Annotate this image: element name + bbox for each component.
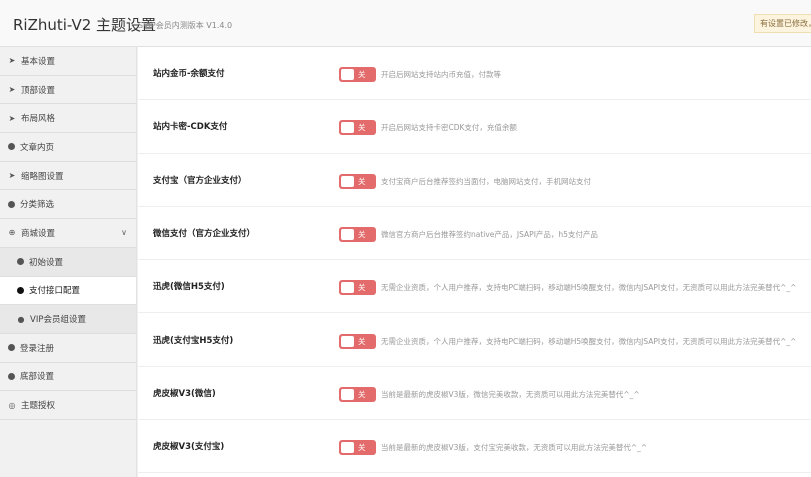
rocket-icon: ➤ [8,171,16,181]
setting-row: 微信支付（官方企业支付） 关 微信官方商户后台推荐签约native产品，JSAPI产… [138,207,811,261]
settings-sidebar: ➤ 基本设置 ➤ 顶部设置 ➤ 布局风格文章内页 ➤ 缩略图设置分类筛选 ⊕ 商城设置 ∨ 初始设置支… [0,47,137,477]
eye-slash-icon: ◎ [8,400,16,410]
sidebar-item-8[interactable]: 支付接口配置 [0,276,136,306]
setting-toggle[interactable]: 关 [339,280,376,296]
toggle-knob [341,282,354,294]
setting-row: 虎皮椒V3(支付宝) 关 当前是最新的虎皮椒V3版，支付宝完美收款，无资质可以用此方… [138,420,811,474]
toggle-state-label: 关 [358,443,366,453]
setting-label: 微信支付（官方企业支付） [153,228,256,239]
sidebar-item-label: 分类筛选 [20,200,55,211]
sidebar-item-label: 主题授权 [21,401,56,412]
setting-toggle[interactable]: 关 [339,333,376,349]
sidebar-item-9[interactable]: ● VIP会员组设置 [0,305,136,334]
setting-description: 当前是最新的虎皮椒V3版，微信完美收款，无资质可以用此方法完美替代^_^ [381,389,640,399]
toggle-state-label: 关 [358,176,366,186]
setting-description: 微信官方商户后台推荐签约native产品，JSAPI产品，h5支付产品 [381,229,598,239]
setting-toggle[interactable]: 关 [339,67,376,82]
dot-icon [8,143,15,151]
setting-row: 站内卡密-CDK支付 关 开启后网站支持卡密CDK支付，充值余额 [138,100,811,154]
toggle-state-label: 关 [358,229,366,239]
sidebar-item-label: 缩略图设置 [21,171,64,182]
toggle-knob [341,175,354,187]
rocket-icon: ➤ [8,56,16,66]
sidebar-item-label: 底部设置 [20,372,55,383]
sidebar-item-label: 布局风格 [21,114,56,125]
user-icon: ● [17,314,25,324]
sidebar-item-11[interactable]: 底部设置 [0,363,136,392]
sidebar-item-10[interactable]: 登录注册 [0,334,136,363]
setting-label: 迅虎(微信H5支付) [153,282,225,293]
toggle-state-label: 关 [358,70,366,79]
setting-row: 虎皮椒V3(微信) 关 当前是最新的虎皮椒V3版，微信完美收款，无资质可以用此方法完… [138,367,811,421]
toggle-knob [341,122,354,134]
setting-row: 迅虎(支付宝H5支付) 关 无需企业资质，个人用户推荐，支持电PC端扫码，移动端H5… [138,314,811,367]
dot-icon [8,372,15,380]
dot-icon [8,344,15,352]
setting-toggle[interactable]: 关 [339,120,376,136]
rocket-icon: ➤ [8,85,16,95]
setting-row: 站内金币-余额支付 关 开启后网站支持站内币充值，付款等 [138,47,811,101]
chevron-down-icon: ∨ [121,228,127,238]
settings-content: 站内金币-余额支付关开启后网站支持站内币充值，付款等 站内卡密-CDK支付关开启后… [138,47,811,477]
setting-toggle[interactable]: 关 [339,386,376,402]
page-title: RiZhuti-V2 主题设置 [13,16,157,34]
setting-toggle[interactable]: 关 [339,226,376,242]
setting-description: 支付宝商户后台推荐签约当面付，电脑网站支付，手机网站支付 [381,176,591,186]
setting-row: 迅虎(微信H5支付) 关 无需企业资质，个人用户推荐，支持电PC端扫码，移动端H5唤… [138,260,811,314]
toggle-knob [341,228,354,240]
setting-description: 开启后网站支持站内币充值，付款等 [381,70,501,79]
sidebar-item-4[interactable]: ➤ 缩略图设置 [0,162,136,191]
toggle-knob [341,388,354,400]
sidebar-item-label: 商城设置 [21,228,56,239]
setting-label: 迅虎(支付宝H5支付) [153,335,234,346]
sidebar-item-label: 支付接口配置 [29,286,81,297]
setting-label: 虎皮椒V3(支付宝) [153,442,225,453]
plus-circle-icon: ⊕ [8,228,16,238]
toggle-state-label: 关 [358,389,366,399]
sidebar-item-7[interactable]: 初始设置 [0,247,136,277]
sidebar-item-3[interactable]: 文章内页 [0,133,136,162]
toggle-state-label: 关 [358,336,366,346]
setting-label: 支付宝（官方企业支付） [153,175,247,186]
toggle-knob [341,442,354,454]
sidebar-item-label: VIP会员组设置 [30,315,86,326]
setting-label: 站内卡密-CDK支付 [153,122,228,133]
settings-header: RiZhuti-V2 主题设置 SVIP会员内测版本 V1.4.0 有设置已修改… [0,0,811,47]
sidebar-item-label: 基本设置 [21,56,56,67]
setting-label: 站内金币-余额支付 [153,69,225,79]
setting-row: 支付宝（官方企业支付） 关 支付宝商户后台推荐签约当面付，电脑网站支付，手机网站支付 [138,154,811,207]
toggle-state-label: 关 [358,283,366,293]
sidebar-item-label: 登录注册 [20,343,55,354]
version-label: SVIP会员内测版本 V1.4.0 [138,21,233,30]
setting-toggle[interactable]: 关 [339,173,376,189]
sidebar-item-5[interactable]: 分类筛选 [0,190,136,220]
setting-description: 开启后网站支持卡密CDK支付，充值余额 [381,123,517,133]
sidebar-item-6[interactable]: ⊕ 商城设置 ∨ [0,219,136,248]
rocket-icon: ➤ [8,113,16,123]
sidebar-item-label: 顶部设置 [21,85,56,96]
setting-label: 虎皮椒V3(微信) [153,388,216,399]
unsaved-notice: 有设置已修改， [754,14,811,33]
dot-icon [17,286,24,294]
sidebar-item-label: 初始设置 [29,257,64,268]
sidebar-item-label: 文章内页 [20,142,55,153]
toggle-knob [341,69,354,80]
sidebar-item-12[interactable]: ◎ 主题授权 [0,391,136,420]
sidebar-item-0[interactable]: ➤ 基本设置 [0,47,136,76]
setting-description: 无需企业资质，个人用户推荐，支持电PC端扫码，移动端H5唤醒支付，微信内JSAP… [381,283,797,293]
setting-toggle[interactable]: 关 [339,440,376,456]
sidebar-item-2[interactable]: ➤ 布局风格 [0,104,136,134]
toggle-knob [341,335,354,347]
setting-description: 无需企业资质，个人用户推荐，支持电PC端扫码，移动端H5唤醒支付，微信内JSAP… [381,336,797,346]
sidebar-item-1[interactable]: ➤ 顶部设置 [0,76,136,105]
dot-icon [8,200,15,208]
setting-description: 当前是最新的虎皮椒V3版，支付宝完美收款，无资质可以用此方法完美替代^_^ [381,443,648,453]
toggle-state-label: 关 [358,123,366,133]
dot-icon [17,258,24,266]
